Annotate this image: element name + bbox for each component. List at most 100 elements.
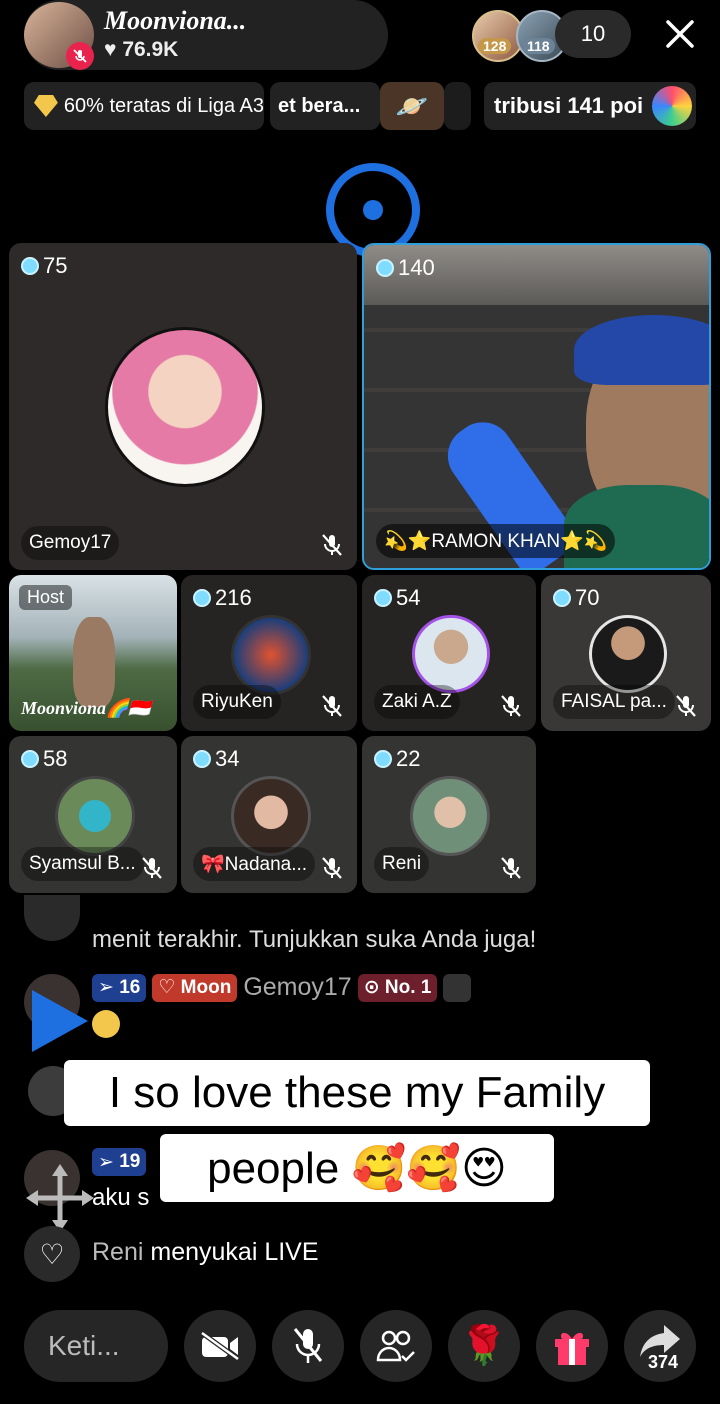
host-tile[interactable]: Host Moonviona🌈🇮🇩 — [9, 575, 177, 731]
rose-icon: 🌹 — [460, 1325, 508, 1367]
chat-username[interactable]: Gemoy17 — [243, 973, 351, 1002]
league-chip[interactable]: 60% teratas di Liga A3 — [24, 82, 264, 130]
gem-icon — [376, 259, 394, 277]
gem-icon — [193, 750, 211, 768]
guest-avatar — [231, 615, 311, 695]
level-badge: ➢ 19 — [92, 1148, 147, 1176]
guest-tile-ramon-khan[interactable]: 140 💫⭐RAMON KHAN⭐💫 — [362, 243, 711, 570]
mic-off-icon — [676, 695, 696, 717]
guest-name: 🎀Nadana... — [193, 847, 316, 881]
share-count: 374 — [648, 1352, 679, 1372]
gem-icon — [374, 750, 392, 768]
system-message-icon — [24, 895, 80, 941]
top-viewer-badge-2: 118 — [522, 38, 555, 54]
mic-off-icon — [322, 534, 342, 556]
likes-count: 76.9K — [122, 38, 179, 61]
mic-off-button[interactable] — [272, 1310, 344, 1382]
guest-name: RiyuKen — [193, 685, 281, 719]
guest-score: 216 — [193, 585, 252, 611]
league-chip-label: 60% teratas di Liga A3 — [63, 94, 264, 117]
viewer-count[interactable]: 10 — [555, 10, 631, 58]
guest-avatar — [105, 327, 265, 487]
rose-gift-button[interactable]: 🌹 — [448, 1310, 520, 1382]
music-note-icon — [652, 86, 692, 126]
gift-icon — [555, 1332, 589, 1365]
guest-name: Syamsul B... — [21, 847, 144, 881]
guest-name: 💫⭐RAMON KHAN⭐💫 — [376, 524, 616, 558]
host-label: Host — [19, 585, 73, 610]
caption-line-2: people 🥰🥰😍 — [160, 1134, 554, 1202]
close-icon[interactable] — [660, 14, 700, 54]
guest-score: 54 — [374, 585, 420, 611]
mic-off-icon — [322, 857, 342, 879]
friends-icon — [443, 973, 472, 1002]
guest-score: 58 — [21, 746, 67, 772]
guest-name: Zaki A.Z — [374, 685, 460, 719]
host-name[interactable]: Moonviona... — [104, 6, 246, 36]
chip-divider — [444, 82, 471, 130]
record-dot-icon — [363, 200, 383, 220]
chat-message-header: ➢ 16 ♡ Moon Gemoy17 ⊙ No. 1 — [92, 973, 472, 1002]
guest-tile-zaki[interactable]: 54 Zaki A.Z — [362, 575, 536, 731]
chat-message-text: aku s — [92, 1184, 150, 1211]
guest-tile-gemoy17[interactable]: 75 Gemoy17 — [9, 243, 357, 570]
gem-icon — [21, 750, 39, 768]
people-icon — [376, 1330, 415, 1362]
guest-score: 75 — [21, 253, 67, 279]
event-chip[interactable]: et bera... — [270, 82, 380, 130]
guest-avatar — [589, 615, 667, 693]
guest-avatar — [55, 776, 135, 856]
camera-off-button[interactable] — [184, 1310, 256, 1382]
planet-chip[interactable]: 🪐 — [380, 82, 444, 130]
heart-icon: ♡ — [24, 1226, 80, 1282]
guest-tile-syamsul[interactable]: 58 Syamsul B... — [9, 736, 177, 893]
mic-off-icon — [322, 695, 342, 717]
comment-input[interactable]: Keti... — [24, 1310, 168, 1382]
move-arrows-icon[interactable] — [26, 1164, 94, 1232]
share-button[interactable]: 374 — [624, 1310, 696, 1382]
caption-line-1: I so love these my Family — [64, 1060, 650, 1126]
guest-score: 22 — [374, 746, 420, 772]
contribution-chip[interactable]: tribusi 141 poi — [484, 82, 696, 130]
host-mic-off-icon — [66, 42, 94, 70]
gem-icon — [374, 589, 392, 607]
guest-avatar — [412, 615, 490, 693]
camera-off-icon — [200, 1331, 240, 1361]
comment-placeholder: Keti... — [48, 1330, 120, 1361]
guest-name: FAISAL pa... — [553, 685, 675, 719]
host-tile-name: Moonviona🌈🇮🇩 — [21, 698, 151, 718]
guest-tile-nadana[interactable]: 34 🎀Nadana... — [181, 736, 357, 893]
play-icon[interactable] — [28, 986, 92, 1056]
system-message: menit terakhir. Tunjukkan suka Anda juga… — [92, 926, 537, 953]
gem-icon — [21, 257, 39, 275]
top-viewer-badge-1: 128 — [478, 38, 512, 54]
guest-name: Reni — [374, 847, 430, 881]
mic-off-icon — [501, 857, 521, 879]
gem-icon — [553, 589, 571, 607]
contribution-chip-label: tribusi 141 poi — [494, 93, 644, 118]
streamer-headband — [574, 315, 709, 385]
mic-off-icon — [501, 695, 521, 717]
guest-score: 140 — [376, 255, 435, 281]
host-likes: ♥ 76.9K — [104, 38, 179, 61]
gift-button[interactable] — [536, 1310, 608, 1382]
like-text: menyukai LIVE — [150, 1238, 319, 1266]
guest-score: 34 — [193, 746, 239, 772]
planet-icon: 🪐 — [395, 90, 429, 121]
guest-tile-riyuken[interactable]: 216 RiyuKen — [181, 575, 357, 731]
rank-badge: ⊙ No. 1 — [357, 973, 438, 1002]
guest-avatar — [231, 776, 311, 856]
guest-tile-reni[interactable]: 22 Reni — [362, 736, 536, 893]
emoji-icon — [92, 1010, 120, 1038]
guest-tile-faisal[interactable]: 70 FAISAL pa... — [541, 575, 711, 731]
mic-off-icon — [293, 1328, 323, 1363]
like-username[interactable]: Reni — [92, 1238, 143, 1266]
guest-avatar — [410, 776, 490, 856]
guests-button[interactable] — [360, 1310, 432, 1382]
mic-off-icon — [142, 857, 162, 879]
gem-icon — [193, 589, 211, 607]
diamond-icon — [34, 95, 58, 117]
guest-name: Gemoy17 — [21, 526, 120, 560]
like-notification: Reni menyukai LIVE — [92, 1238, 319, 1267]
event-chip-label: et bera... — [278, 94, 361, 117]
